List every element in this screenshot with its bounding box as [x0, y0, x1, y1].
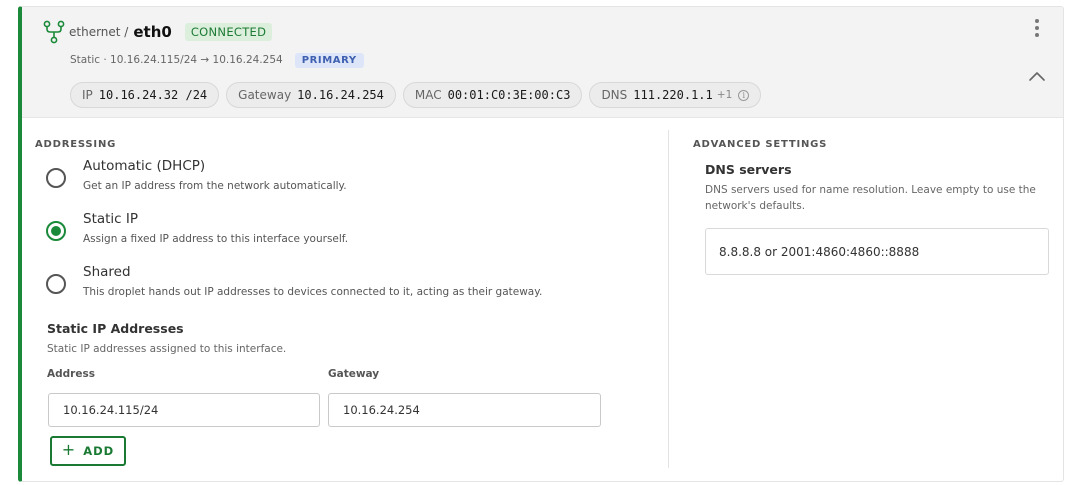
radio-static-description: Assign a fixed IP address to this interf… [83, 233, 349, 245]
dns-servers-description-line1: DNS servers used for name resolution. Le… [705, 184, 1036, 196]
address-input[interactable] [48, 393, 320, 427]
addressing-title: ADDRESSING [35, 139, 117, 150]
plus-icon: + [61, 440, 76, 459]
gateway-label: Gateway [328, 368, 380, 380]
gateway-input[interactable] [328, 393, 601, 427]
radio-shared[interactable]: Shared This droplet hands out IP address… [46, 264, 646, 304]
add-address-button[interactable]: + ADD [50, 436, 126, 466]
radio-dhcp-circle[interactable] [46, 168, 66, 188]
radio-static-circle[interactable] [46, 221, 66, 241]
interface-summary: Static · 10.16.24.115/24 → 10.16.24.254 [70, 54, 283, 66]
interface-summary-row: Static · 10.16.24.115/24 → 10.16.24.254 … [70, 51, 364, 69]
interface-title: ethernet / eth0 CONNECTED [69, 21, 273, 43]
mac-chip: MAC 00:01:C0:3E:00:C3 [402, 82, 583, 108]
gateway-chip: Gateway 10.16.24.254 [226, 82, 396, 108]
info-icon[interactable]: i [738, 89, 750, 101]
status-badge: CONNECTED [184, 23, 273, 41]
mac-chip-value: 00:01:C0:3E:00:C3 [447, 88, 571, 102]
kebab-menu-icon[interactable] [1031, 19, 1043, 39]
dns-servers-description-line2: network's defaults. [705, 200, 806, 212]
dns-chip[interactable]: DNS 111.220.1.1 +1 i [589, 82, 762, 108]
dns-servers-input[interactable] [705, 228, 1049, 275]
address-label: Address [47, 368, 95, 380]
static-addresses-title: Static IP Addresses [47, 321, 184, 336]
dns-servers-title: DNS servers [705, 162, 792, 177]
radio-dhcp-label: Automatic (DHCP) [83, 158, 206, 174]
mac-chip-label: MAC [414, 88, 442, 102]
radio-dhcp-description: Get an IP address from the network autom… [83, 180, 347, 192]
gateway-chip-label: Gateway [238, 88, 292, 102]
network-fork-icon [43, 20, 65, 44]
ip-chip-label: IP [82, 88, 93, 102]
radio-static-label: Static IP [83, 211, 139, 227]
interface-type: ethernet / [69, 25, 129, 39]
interface-name: eth0 [133, 23, 172, 41]
dns-chip-extra: +1 [716, 89, 733, 101]
dns-chip-label: DNS [601, 88, 628, 102]
chevron-up-icon[interactable] [1028, 69, 1046, 83]
add-button-label: ADD [83, 444, 115, 458]
radio-static[interactable]: Static IP Assign a fixed IP address to t… [46, 211, 646, 251]
radio-shared-circle[interactable] [46, 274, 66, 294]
primary-badge: PRIMARY [294, 52, 364, 68]
advanced-settings-title: ADVANCED SETTINGS [693, 139, 828, 150]
radio-shared-label: Shared [83, 264, 131, 280]
radio-dhcp[interactable]: Automatic (DHCP) Get an IP address from … [46, 158, 646, 198]
ip-chip-value: 10.16.24.32 /24 [98, 88, 208, 102]
interface-card: ethernet / eth0 CONNECTED Static · 10.16… [18, 6, 1064, 482]
addressing-panel: ADDRESSING Automatic (DHCP) Get an IP ad… [22, 118, 668, 481]
gateway-chip-value: 10.16.24.254 [297, 88, 384, 102]
ip-chip: IP 10.16.24.32 /24 [70, 82, 220, 108]
advanced-settings-panel: ADVANCED SETTINGS DNS servers DNS server… [669, 118, 1063, 481]
interface-chips: IP 10.16.24.32 /24 Gateway 10.16.24.254 … [70, 82, 762, 108]
dns-chip-value: 111.220.1.1 [633, 88, 713, 102]
static-addresses-description: Static IP addresses assigned to this int… [47, 343, 287, 355]
interface-header: ethernet / eth0 CONNECTED Static · 10.16… [22, 7, 1063, 118]
radio-shared-description: This droplet hands out IP addresses to d… [83, 286, 543, 298]
